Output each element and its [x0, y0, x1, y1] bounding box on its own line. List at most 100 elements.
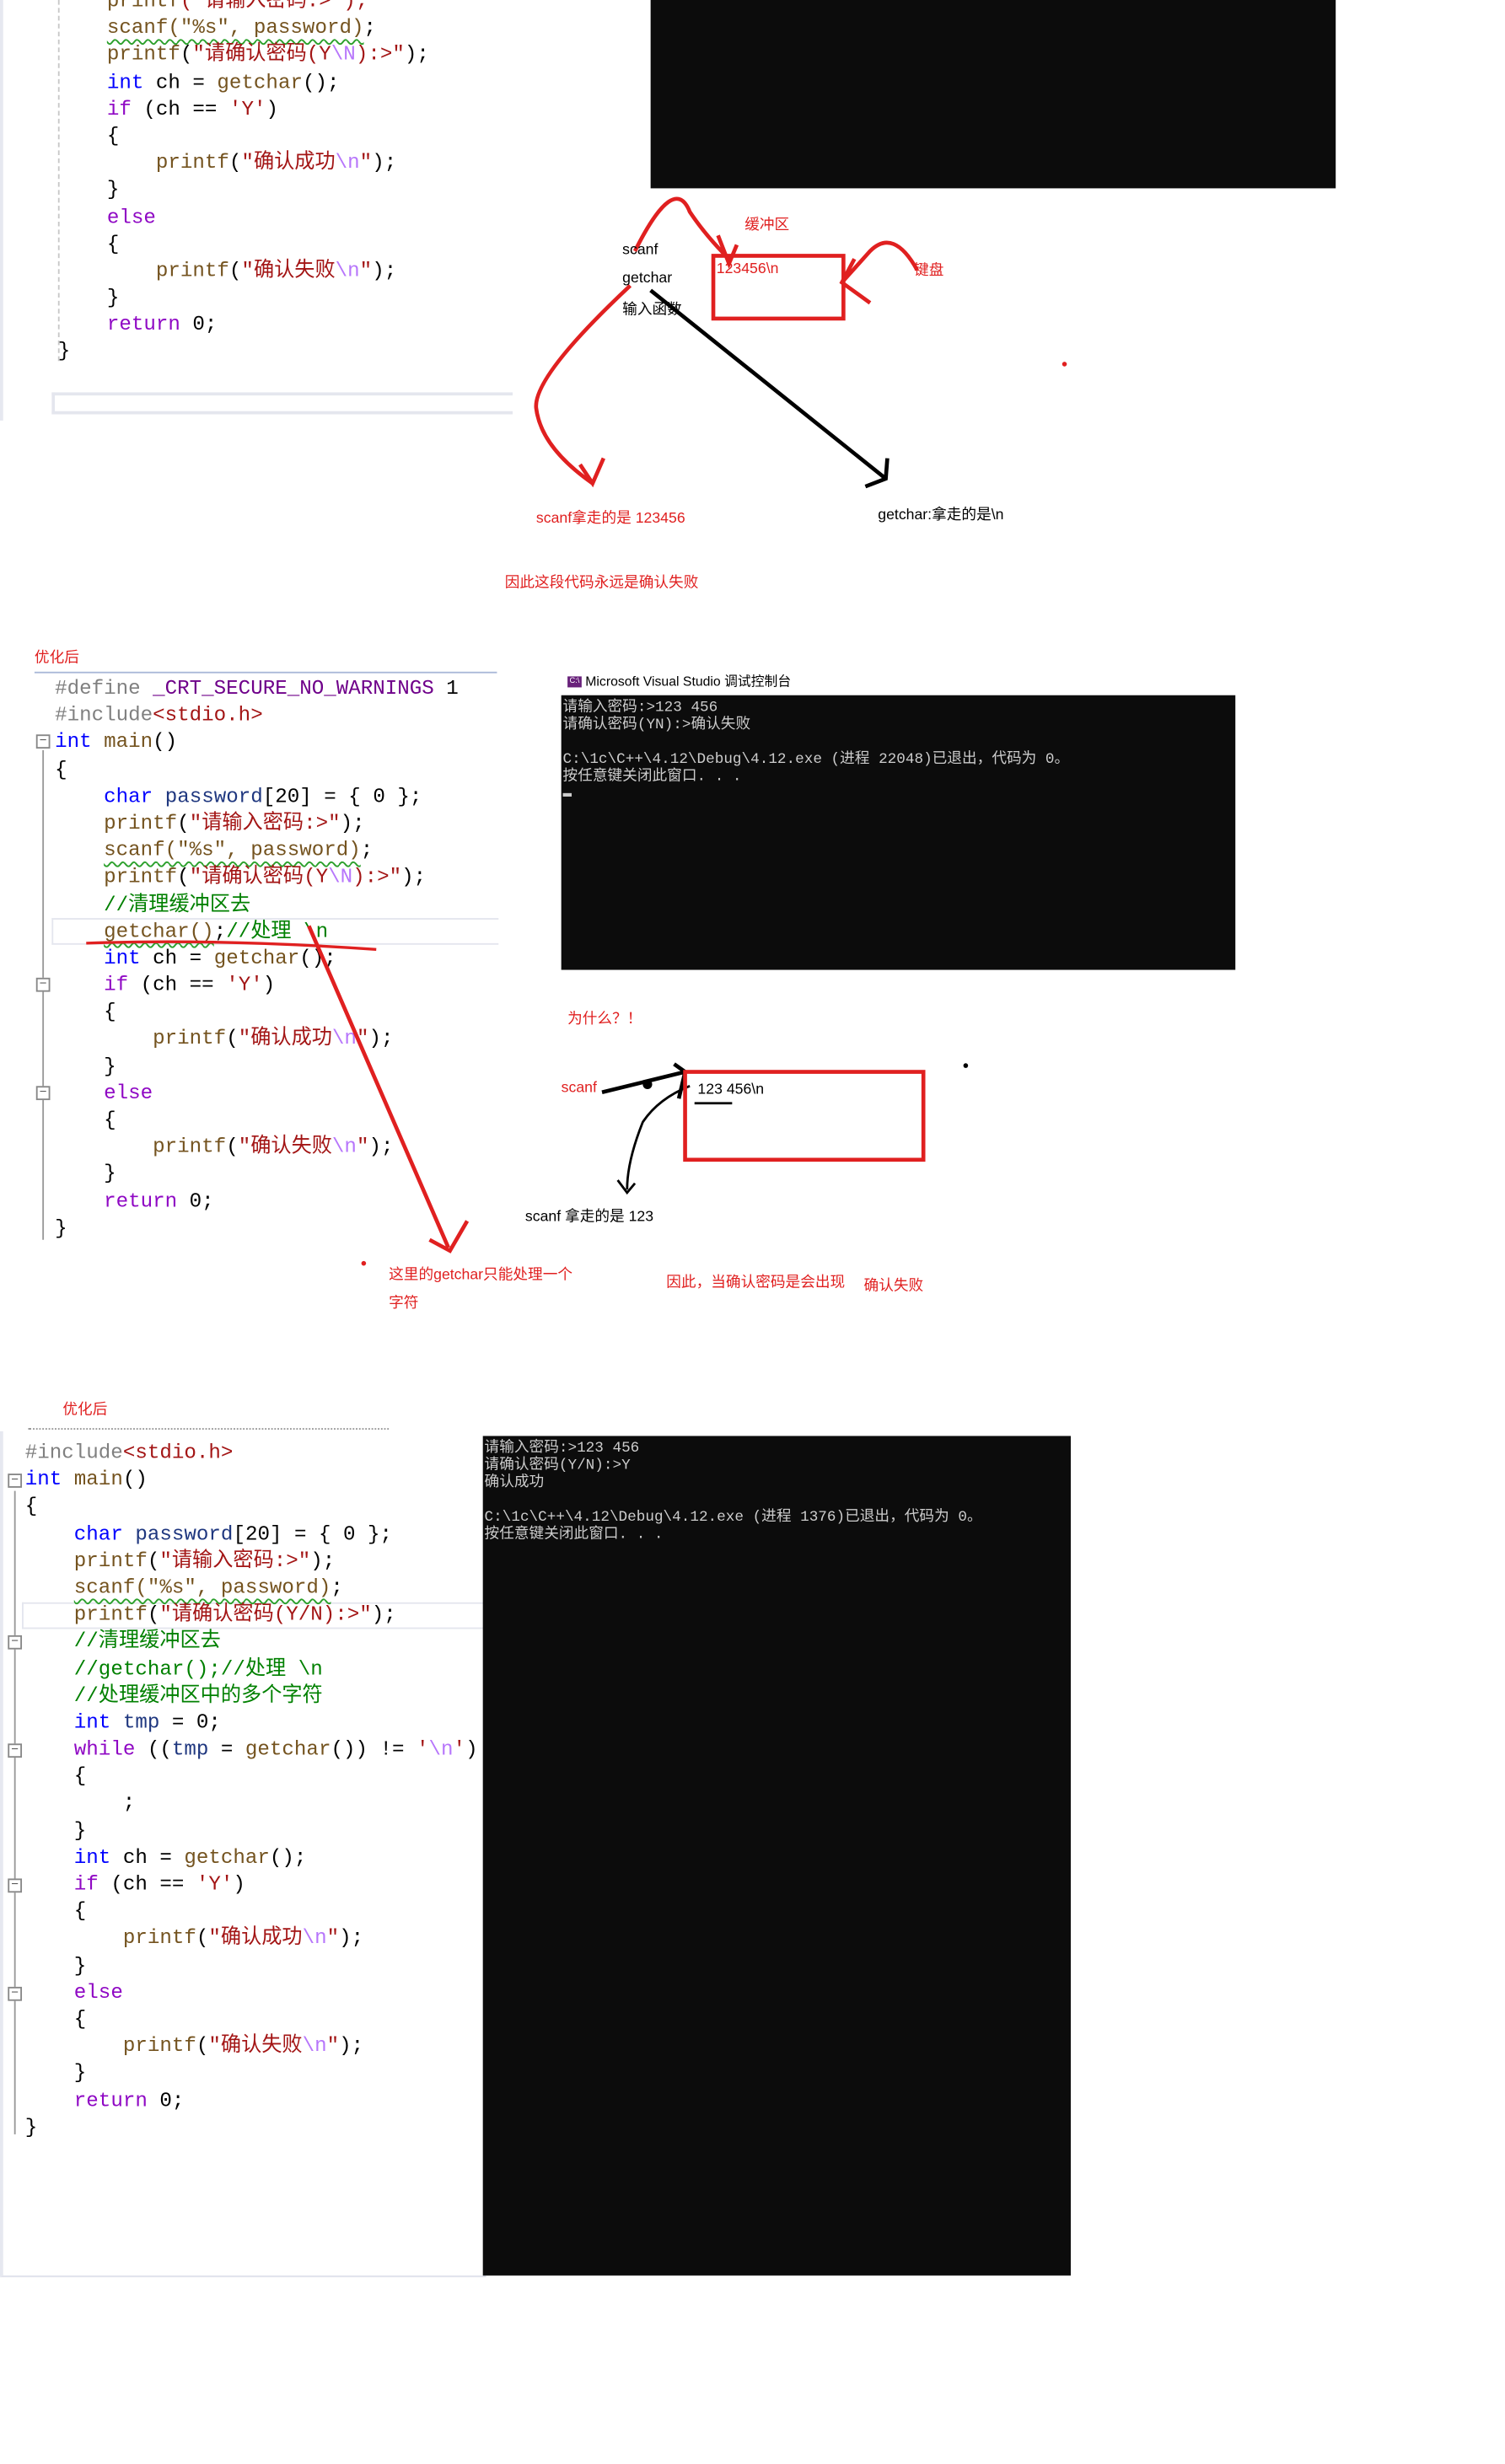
code-editor-3[interactable]: #include<stdio.h> int main(){ char passwo… — [25, 1439, 478, 2140]
code-token: ; — [331, 1576, 343, 1599]
fold-toggle[interactable]: − — [8, 1878, 23, 1893]
code-token: ); — [371, 1602, 396, 1626]
console-window-3: 请输入密码:>123 456 请确认密码(Y/N):>Y 确认成功 C:\1c\C+… — [482, 1436, 1071, 2276]
code-token: \n — [302, 2033, 327, 2058]
console-line: C:\1c\C++\4.12\Debug\4.12.exe (进程 1376)已… — [484, 1508, 982, 1526]
code-line[interactable]: { — [25, 2005, 478, 2032]
code-line[interactable]: printf("请输入密码:>"); — [25, 1547, 478, 1574]
clipped-define-line — [28, 1428, 390, 1434]
code-line[interactable]: printf("请确认密码(Y/N):>"); — [25, 1601, 478, 1628]
code-token: \n — [428, 1737, 454, 1761]
code-token: int — [73, 1845, 111, 1869]
code-token: tmp — [171, 1737, 209, 1761]
code-token: if — [73, 1872, 99, 1896]
code-line[interactable]: scanf("%s", password); — [25, 1574, 478, 1601]
code-token: \n — [302, 1926, 327, 1950]
code-token: #include — [24, 1441, 123, 1464]
code-token: <stdio.h> — [122, 1441, 234, 1464]
getchar-note: 这里的getchar只能处理一个 — [389, 1266, 573, 1284]
code-line[interactable]: } — [25, 1817, 478, 1844]
code-line[interactable]: else — [25, 1978, 478, 2005]
conclusion-label: 因此，当确认密码是会出现 — [666, 1274, 846, 1292]
fold-toggle[interactable]: − — [8, 1742, 23, 1758]
code-token: getchar — [184, 1845, 270, 1869]
code-token: } — [24, 2114, 38, 2139]
code-line[interactable]: } — [25, 2059, 478, 2086]
code-token: ( — [196, 2033, 209, 2058]
code-token: ); — [339, 1926, 364, 1950]
code-line[interactable]: printf("确认成功\n"); — [25, 1924, 478, 1951]
code-line[interactable]: //处理缓冲区中的多个字符 — [25, 1682, 478, 1709]
code-token: { — [24, 1899, 87, 1923]
buffer-content: 123 456\n — [697, 1081, 765, 1099]
red-underline — [86, 940, 377, 951]
scanf-takes-label: scanf 拿走的是 123 — [524, 1208, 654, 1226]
code-line[interactable]: int main() — [25, 1466, 478, 1493]
code-line[interactable]: { — [25, 1898, 478, 1924]
code-token: [20] = { 0 }; — [233, 1522, 393, 1545]
code-line[interactable]: } — [25, 1951, 478, 1978]
code-token: //处理缓冲区中的多个字符 — [73, 1683, 323, 1707]
fold-toggle[interactable]: − — [8, 1986, 23, 2001]
console-line: 请确认密码(Y/N):>Y — [484, 1456, 631, 1474]
code-token: ' — [416, 1737, 429, 1761]
code-token: else — [73, 1980, 123, 2004]
code-token: getchar — [245, 1737, 331, 1761]
result-label: 确认失败 — [863, 1277, 924, 1295]
code-token: () — [122, 1468, 148, 1491]
code-line[interactable]: //getchar();//处理 \n — [25, 1655, 478, 1682]
red-dot — [361, 1260, 367, 1266]
code-token: " — [326, 1926, 340, 1950]
code-token: printf — [122, 1926, 196, 1950]
code-line[interactable]: printf("确认失败\n"); — [25, 2032, 478, 2059]
code-token: printf — [73, 1549, 148, 1572]
console-line: 按任意键关闭此窗口. . . — [484, 1525, 664, 1543]
code-line[interactable]: int ch = getchar(); — [25, 1844, 478, 1871]
code-token: ); — [339, 2033, 364, 2058]
fold-toggle[interactable]: − — [8, 1473, 23, 1488]
code-line[interactable]: int tmp = 0; — [25, 1709, 478, 1736]
code-line[interactable]: if (ch == 'Y') — [25, 1871, 478, 1898]
code-line[interactable]: while ((tmp = getchar()) != '\n') — [25, 1736, 478, 1763]
code-line[interactable]: { — [25, 1763, 478, 1790]
code-line[interactable]: return 0; — [25, 2086, 478, 2113]
code-token: { — [24, 1495, 38, 1518]
code-token: ( — [147, 1602, 160, 1626]
code-token: ' — [453, 1737, 466, 1761]
code-line[interactable]: //清理缓冲区去 — [25, 1628, 478, 1655]
code-token: (); — [269, 1845, 307, 1869]
code-line[interactable]: #include<stdio.h> — [25, 1439, 478, 1466]
code-token: = — [208, 1737, 245, 1761]
code-token: } — [24, 1818, 87, 1842]
code-token: //getchar();//处理 \n — [73, 1656, 323, 1680]
code-token: = 0; — [159, 1710, 221, 1734]
black-dot — [642, 1079, 653, 1090]
fold-toggle[interactable]: − — [8, 1635, 23, 1650]
code-token: scanf("%s", password) — [73, 1576, 331, 1599]
code-token: main — [73, 1468, 123, 1491]
code-line[interactable]: { — [25, 1493, 478, 1520]
code-line[interactable]: char password[20] = { 0 }; — [25, 1520, 478, 1547]
code-line[interactable]: } — [25, 2113, 478, 2140]
code-line[interactable]: ; — [25, 1790, 478, 1817]
code-token: tmp — [122, 1710, 160, 1734]
code-token: ()) != — [331, 1737, 417, 1761]
code-token: { — [24, 2006, 87, 2031]
code-token: ) — [233, 1872, 245, 1896]
code-token: "请输入密码:>" — [159, 1549, 311, 1572]
code-token: //清理缓冲区去 — [73, 1629, 221, 1653]
code-token: } — [24, 1953, 87, 1977]
